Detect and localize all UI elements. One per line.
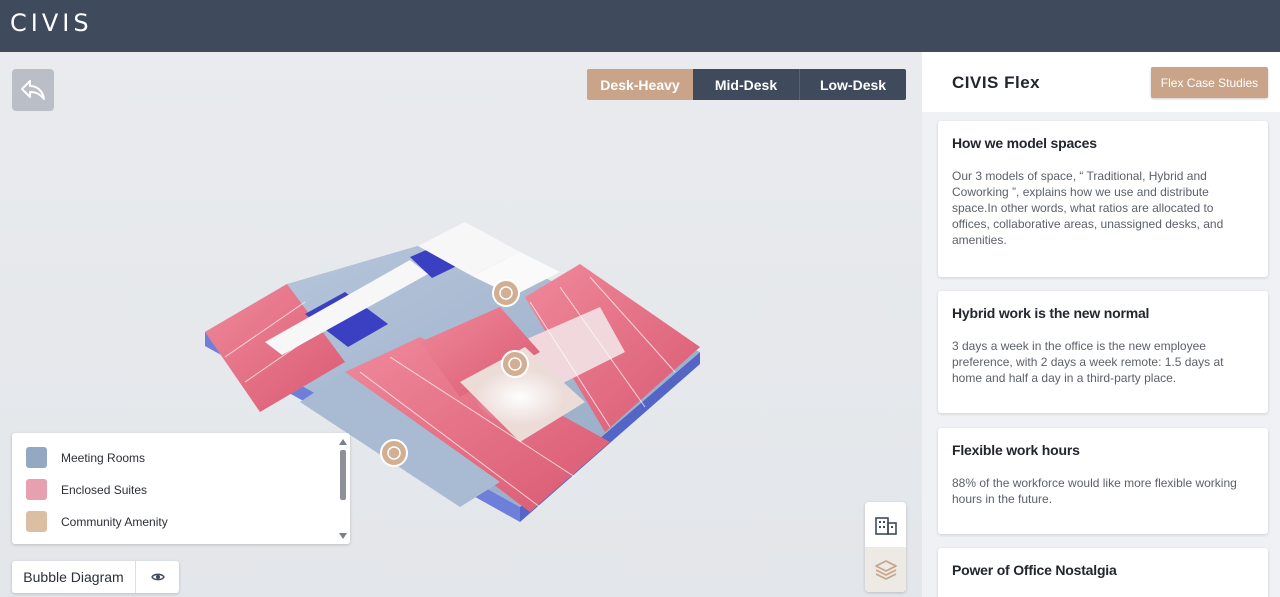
card-body: Our 3 models of space, “ Traditional, Hy… — [952, 169, 1224, 247]
info-card[interactable]: Flexible work hours 88% of the workforce… — [938, 428, 1268, 534]
card-title: Hybrid work is the new normal — [952, 305, 1150, 321]
legend-item: Community Amenity — [26, 511, 168, 532]
flex-case-studies-button[interactable]: Flex Case Studies — [1151, 67, 1268, 98]
scroll-thumb[interactable] — [340, 450, 346, 500]
back-button[interactable] — [12, 69, 54, 111]
floorplan-viewer[interactable]: Desk-Heavy Mid-Desk Low-Desk Meeting Roo… — [0, 52, 922, 597]
card-title: Flexible work hours — [952, 442, 1080, 458]
legend-item: Enclosed Suites — [26, 479, 147, 500]
density-desk-heavy[interactable]: Desk-Heavy — [587, 69, 693, 100]
toggle-visibility-button[interactable] — [136, 561, 179, 593]
legend-item: Meeting Rooms — [26, 447, 145, 468]
legend-scrollbar[interactable] — [339, 439, 347, 539]
legend-label: Community Amenity — [61, 514, 168, 529]
eye-icon — [150, 573, 165, 581]
amenity-marker[interactable] — [501, 350, 529, 378]
civis-logo[interactable]: CIVIS — [10, 9, 93, 37]
info-card[interactable]: Hybrid work is the new normal 3 days a w… — [938, 291, 1268, 413]
building-icon — [874, 516, 897, 535]
info-card[interactable]: Power of Office Nostalgia — [938, 548, 1268, 597]
bubble-diagram-button[interactable]: Bubble Diagram — [12, 561, 136, 593]
legend-swatch — [26, 479, 47, 500]
legend-label: Enclosed Suites — [61, 482, 148, 497]
scroll-down-arrow-icon[interactable] — [339, 533, 347, 539]
density-mid-desk[interactable]: Mid-Desk — [693, 69, 800, 100]
density-low-desk[interactable]: Low-Desk — [800, 69, 906, 100]
panel-title: CIVIS Flex — [952, 73, 1041, 92]
card-body: 3 days a week in the office is the new e… — [952, 339, 1224, 385]
card-title: How we model spaces — [952, 135, 1097, 151]
layers-view-button[interactable] — [865, 547, 906, 592]
scroll-up-arrow-icon[interactable] — [339, 439, 347, 445]
legend-label: Meeting Rooms — [61, 450, 146, 465]
card-body: 88% of the workforce would like more fle… — [952, 476, 1237, 506]
legend-swatch — [26, 511, 47, 532]
layers-icon — [874, 559, 897, 580]
card-title: Power of Office Nostalgia — [952, 562, 1117, 578]
view-toggle-group — [865, 502, 906, 592]
info-card[interactable]: How we model spaces Our 3 models of spac… — [938, 121, 1268, 277]
bubble-diagram-control: Bubble Diagram — [12, 561, 179, 593]
amenity-marker[interactable] — [380, 439, 408, 467]
top-bar: CIVIS — [0, 0, 1280, 52]
legend-swatch — [26, 447, 47, 468]
back-arrow-icon — [21, 80, 45, 100]
info-panel: CIVIS Flex Flex Case Studies How we mode… — [922, 52, 1280, 597]
amenity-marker[interactable] — [492, 279, 520, 307]
panel-header: CIVIS Flex Flex Case Studies — [922, 52, 1280, 112]
legend-panel: Meeting Rooms Enclosed Suites Community … — [12, 433, 350, 544]
density-selector: Desk-Heavy Mid-Desk Low-Desk — [587, 69, 906, 100]
building-view-button[interactable] — [865, 502, 906, 547]
